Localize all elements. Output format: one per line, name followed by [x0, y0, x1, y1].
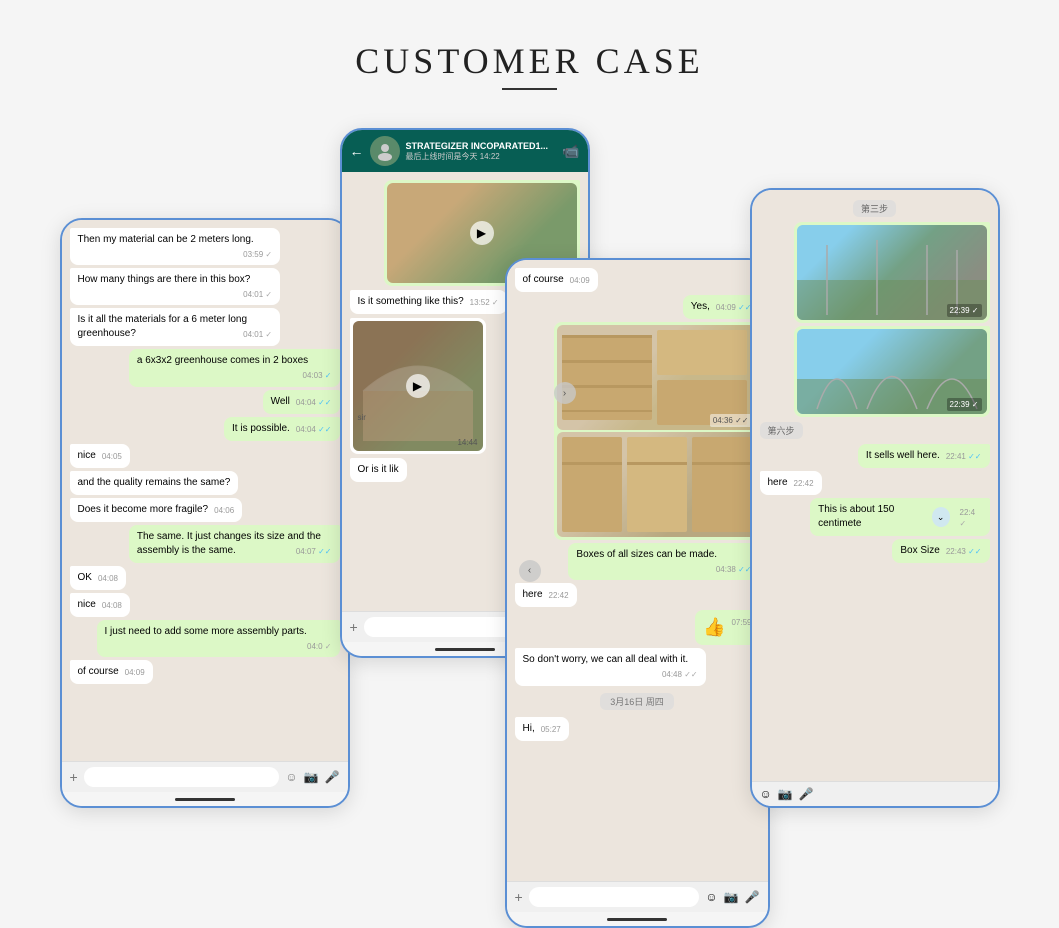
- msg-row: It is possible. 04:04 ✓✓: [70, 417, 340, 441]
- home-bar-3: [507, 912, 768, 926]
- mic-icon[interactable]: 🎤: [325, 770, 340, 784]
- msg-row: nice 04:05: [70, 444, 340, 468]
- chat-input-field-3[interactable]: [529, 887, 700, 907]
- add-icon[interactable]: +: [70, 769, 78, 785]
- add-icon-2[interactable]: +: [350, 619, 358, 635]
- step-label-3: 第三步: [760, 200, 990, 217]
- msg-row: I just need to add some more assembly pa…: [70, 620, 340, 657]
- nav-arrow-right[interactable]: ›: [554, 382, 576, 404]
- contact-info: STRATEGIZER INCOPARATED1... 最后上线时间是今天 14…: [406, 141, 557, 162]
- nav-arrow-left-3[interactable]: ‹: [519, 560, 541, 582]
- chat-input-bar: + ☺ 📷 🎤: [62, 761, 348, 792]
- msg-row: of course 04:09: [515, 268, 760, 292]
- mic-icon-4[interactable]: 🎤: [799, 787, 814, 801]
- emoji-icon[interactable]: ☺: [285, 770, 297, 784]
- msg-row: Box Size 22:43 ✓✓: [760, 539, 990, 563]
- msg-row: 👍 07:59: [515, 610, 760, 645]
- contact-name: STRATEGIZER INCOPARATED1...: [406, 141, 556, 151]
- step-label-6: 第六步: [760, 422, 990, 439]
- contact-avatar: [370, 136, 400, 166]
- phone-1: Then my material can be 2 meters long. 0…: [60, 218, 350, 808]
- msg-row: Yes, 04:09 ✓✓: [515, 295, 760, 319]
- msg-row: The same. It just changes its size and t…: [70, 525, 340, 563]
- msg-row: Does it become more fragile? 04:06: [70, 498, 340, 522]
- back-arrow[interactable]: ←: [350, 143, 364, 159]
- page-title-section: CUSTOMER CASE: [355, 40, 703, 90]
- msg-row: of course 04:09: [70, 660, 340, 684]
- msg-row: Is it all the materials for a 6 meter lo…: [70, 308, 340, 346]
- chat-input-field-2[interactable]: [364, 617, 520, 637]
- msg-row: It sells well here. 22:41 ✓✓: [760, 444, 990, 468]
- chat-input-bar-3: + ☺ 📷 🎤: [507, 881, 768, 912]
- mic-icon-3[interactable]: 🎤: [745, 890, 760, 904]
- emoji-icon-4[interactable]: ☺: [760, 787, 772, 801]
- msg-row: Boxes of all sizes can be made. 04:38 ✓✓: [515, 543, 760, 580]
- page-wrapper: CUSTOMER CASE Then my material can be 2 …: [0, 20, 1059, 878]
- msg-row: OK 04:08: [70, 566, 340, 590]
- msg-row: 22:39 ✓: [760, 326, 990, 417]
- emoji-icon-3[interactable]: ☺: [705, 890, 717, 904]
- msg-row: a 6x3x2 greenhouse comes in 2 boxes 04:0…: [70, 349, 340, 386]
- title-underline: [502, 88, 557, 90]
- chat-header: ← STRATEGIZER INCOPARATED1... 最后上线时间是今天 …: [342, 130, 588, 172]
- msg-row: here 22:42: [760, 471, 990, 495]
- date-divider: 3月16日 周四: [515, 693, 760, 710]
- msg-row: and the quality remains the same?: [70, 471, 340, 495]
- msg-row: How many things are there in this box? 0…: [70, 268, 340, 305]
- msg-row: This is about 150 centimete ⌄ 22:4 ✓: [760, 498, 990, 536]
- phone-4: 第三步: [750, 188, 1000, 808]
- msg-row: here 22:42: [515, 583, 760, 607]
- msg-row: nice 04:08: [70, 593, 340, 617]
- msg-row: Then my material can be 2 meters long. 0…: [70, 228, 340, 265]
- contact-status: 最后上线时间是今天 14:22: [406, 151, 557, 162]
- camera-icon-3[interactable]: 📷: [724, 890, 739, 904]
- add-icon-3[interactable]: +: [515, 889, 523, 905]
- screenshots-area: Then my material can be 2 meters long. 0…: [60, 128, 1000, 838]
- chat-input-bar-4: ☺ 📷 🎤: [752, 781, 998, 806]
- video-call-icon[interactable]: 📹: [562, 143, 579, 160]
- msg-row: Hi, 05:27: [515, 717, 760, 741]
- camera-icon-4[interactable]: 📷: [778, 787, 793, 801]
- page-title: CUSTOMER CASE: [355, 40, 703, 82]
- msg-row: So don't worry, we can all deal with it.…: [515, 648, 760, 685]
- chat-input-field[interactable]: [84, 767, 280, 787]
- phone-3: of course 04:09 Yes, 04:09 ✓✓: [505, 258, 770, 928]
- msg-row: 22:39 ✓: [760, 222, 990, 323]
- camera-icon[interactable]: 📷: [304, 770, 319, 784]
- msg-row: 04:36 ✓✓: [515, 322, 760, 540]
- home-bar: [62, 792, 348, 806]
- msg-row: Well 04:04 ✓✓: [70, 390, 340, 414]
